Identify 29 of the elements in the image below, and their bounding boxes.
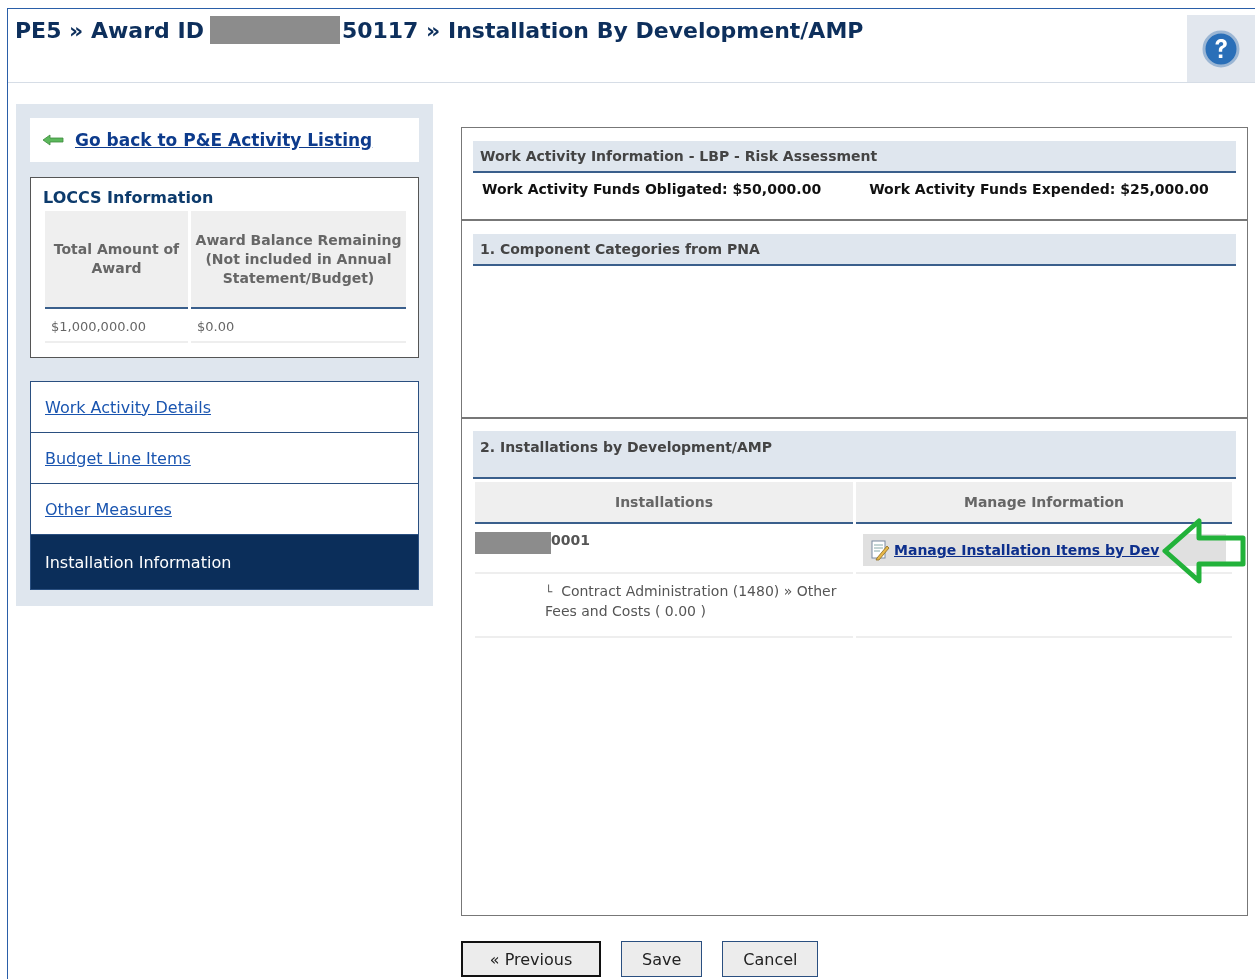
manage-items-link[interactable]: Manage Installation Items by Dev	[863, 534, 1226, 566]
nav-item[interactable]: Work Activity Details	[31, 382, 418, 433]
annotation-arrow-icon	[1162, 518, 1246, 584]
page-title: PE5 » Award ID	[15, 17, 204, 43]
form-button[interactable]: Cancel	[722, 941, 819, 977]
column-header: Installations	[475, 482, 853, 524]
section-header: 2. Installations by Development/AMP	[473, 431, 1236, 479]
installation-detail: └ Contract Administration (1480) » Other Fees and Costs ( 0.00 )	[545, 583, 837, 619]
installation-id: 0001	[551, 532, 590, 548]
page-title: 50117 » Installation By Development/AMP	[341, 17, 864, 43]
left-arrow-icon	[42, 134, 64, 146]
column-header: Total Amount of Award	[45, 211, 188, 309]
loccs-title: LOCCS Information	[43, 188, 215, 207]
back-link[interactable]: Go back to P&E Activity Listing	[75, 130, 373, 150]
nav-item[interactable]: Budget Line Items	[31, 433, 418, 484]
table-cell: $0.00	[191, 309, 406, 343]
help-icon	[1202, 29, 1240, 68]
funds-obligated: Work Activity Funds Obligated: $50,000.00	[482, 181, 822, 197]
section-header: Work Activity Information - LBP - Risk Assessment	[473, 141, 1236, 173]
table-cell: $1,000,000.00	[45, 309, 188, 343]
section-header: 1. Component Categories from PNA	[473, 234, 1236, 266]
edit-document-icon	[869, 539, 891, 561]
form-button[interactable]: Save	[621, 941, 703, 977]
help-button[interactable]	[1187, 15, 1255, 82]
form-button[interactable]: « Previous	[461, 941, 601, 977]
nav-item[interactable]: Installation Information	[31, 535, 418, 589]
funds-expended: Work Activity Funds Expended: $25,000.00	[869, 181, 1209, 197]
column-header: Manage Information	[856, 482, 1232, 524]
column-header: Award Balance Remaining (Not included in Annual Statement/Budget)	[191, 211, 406, 309]
